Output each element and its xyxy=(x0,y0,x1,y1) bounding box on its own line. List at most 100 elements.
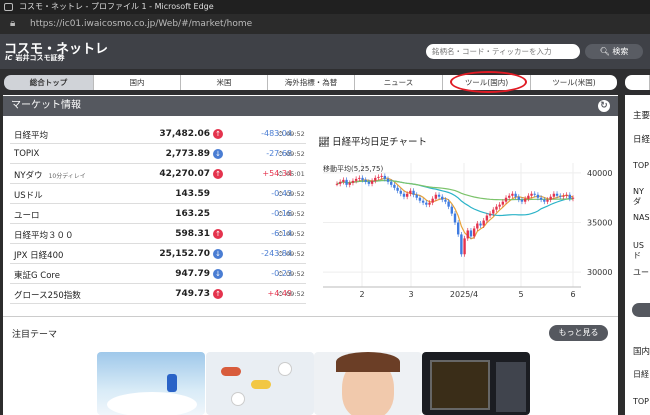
right-label-1: 日経 xyxy=(633,135,650,145)
market-row[interactable]: JPX 日経400 25,152.70 ↓ -243.84 ⏱ 09:52 xyxy=(10,244,306,264)
candle xyxy=(530,193,533,196)
index-value: 42,270.07 xyxy=(159,169,210,179)
candle xyxy=(421,200,425,203)
hair-image xyxy=(336,352,400,372)
candle xyxy=(358,177,361,179)
candle xyxy=(431,198,434,203)
search-input[interactable] xyxy=(426,44,580,59)
chart-legend: 移動平均(5,25,75) xyxy=(323,164,383,173)
index-time: 09:52 xyxy=(286,190,305,198)
equipment-image xyxy=(496,362,526,412)
candle xyxy=(380,175,383,177)
candle xyxy=(441,196,444,200)
right-more-button[interactable] xyxy=(632,303,650,317)
index-name[interactable]: TOPIX xyxy=(14,149,39,159)
index-value: 143.59 xyxy=(175,189,210,199)
candle xyxy=(565,194,568,196)
index-value: 37,482.06 xyxy=(159,129,210,139)
index-time: 09:52 xyxy=(286,290,305,298)
index-name[interactable]: 日経平均 xyxy=(14,131,48,141)
theme-thumb-4[interactable] xyxy=(422,352,530,415)
market-row[interactable]: 日経平均 37,482.06 ↑ -483.04 ⏱ 09:52 xyxy=(10,124,306,144)
market-row[interactable]: TOPIX 2,773.89 ↓ -27.68 ⏱ 09:52 xyxy=(10,144,306,164)
candle xyxy=(463,238,466,255)
theme-thumb-1[interactable] xyxy=(97,352,205,415)
browser-icon xyxy=(4,3,13,11)
arrow-up-icon: ↑ xyxy=(213,129,223,139)
theme-thumb-3[interactable] xyxy=(314,352,422,415)
index-value: 2,773.89 xyxy=(165,149,210,159)
candle xyxy=(361,177,364,180)
tab-partial[interactable] xyxy=(625,75,650,90)
clock-icon: ⏱ xyxy=(278,250,284,258)
candle xyxy=(405,193,409,197)
tab-news[interactable]: ニュース xyxy=(355,75,443,90)
nikkei-chart[interactable]: 40000 35000 30000 2 3 2025/4 5 6 移動平均(5,25,75) xyxy=(315,155,615,300)
chart-icon: 📈︎ xyxy=(318,137,331,148)
index-name[interactable]: グロース250指数 xyxy=(14,291,81,301)
tab-top[interactable]: 総合トップ xyxy=(4,75,94,90)
url-text[interactable]: https://ic01.iwaicosmo.co.jp/Web/#/marke… xyxy=(30,14,252,34)
candle xyxy=(571,197,575,199)
market-info-header: マーケット情報 xyxy=(3,96,618,116)
market-row[interactable]: USドル 143.59 -0.43 ⏱ 09:52 xyxy=(10,184,306,204)
tab-us[interactable]: 米国 xyxy=(181,75,268,90)
candle xyxy=(434,194,438,199)
candle xyxy=(508,195,511,198)
candle xyxy=(396,187,399,191)
index-name-wrap: NYダウ 10分ディレイ xyxy=(14,169,86,181)
search-button[interactable]: 🔍︎ 検索 xyxy=(585,44,643,59)
market-row[interactable]: ユーロ 163.25 -0.16 ⏱ 09:52 xyxy=(10,204,306,224)
theme-thumb-2[interactable] xyxy=(206,352,314,415)
more-button[interactable]: もっと見る xyxy=(549,325,608,341)
tab-domestic[interactable]: 国内 xyxy=(94,75,181,90)
index-name[interactable]: USドル xyxy=(14,191,43,201)
topics-title: 注目テーマ xyxy=(12,330,58,340)
index-name[interactable]: 東証G Core xyxy=(14,271,60,281)
market-row[interactable]: グロース250指数 749.73 ↑ +4.49 ⏱ 09:52 xyxy=(10,284,306,304)
candle xyxy=(374,177,377,181)
index-time: 09:52 xyxy=(286,250,305,258)
candle xyxy=(383,175,387,179)
index-change: -0.23 xyxy=(271,269,292,278)
candle xyxy=(409,190,412,194)
candle xyxy=(527,195,530,199)
market-row[interactable]: 日経平均３００ 598.31 ↑ -6.14 ⏱ 09:52 xyxy=(10,224,306,244)
candle xyxy=(335,183,339,185)
index-name[interactable]: ユーロ xyxy=(14,211,40,221)
index-value: 947.79 xyxy=(175,269,210,279)
candle xyxy=(495,206,498,210)
market-row[interactable]: 東証G Core 947.79 ↓ -0.23 ⏱ 09:52 xyxy=(10,264,306,284)
right-label-6: ユー xyxy=(633,268,649,277)
candle xyxy=(514,193,517,197)
index-name[interactable]: JPX 日経400 xyxy=(14,251,63,261)
right-bottom-2: 日経 xyxy=(633,370,649,379)
tab-tools-us[interactable]: ツール(米国) xyxy=(531,75,617,90)
oscilloscope-image xyxy=(430,360,490,410)
candle xyxy=(485,215,489,221)
arrow-down-icon: ↓ xyxy=(213,149,223,159)
right-label-2: TOP xyxy=(633,161,650,170)
candle xyxy=(504,197,508,202)
candle xyxy=(543,199,546,202)
x-tick-label: 2025/4 xyxy=(450,290,478,299)
candle xyxy=(367,181,371,184)
pill-image xyxy=(231,392,245,406)
tab-overseas-fx[interactable]: 海外指標・為替 xyxy=(268,75,355,90)
index-sub: 10分ディレイ xyxy=(48,173,86,180)
cloud-image xyxy=(107,392,197,415)
brand-sub-logo: iC 岩井コスモ証券 xyxy=(5,54,65,62)
refresh-icon[interactable]: ↻ xyxy=(598,100,610,112)
index-name[interactable]: NYダウ xyxy=(14,171,43,181)
arrow-down-icon: ↓ xyxy=(213,269,223,279)
clock-icon: ⏱ xyxy=(278,150,284,158)
right-label-5: USド xyxy=(633,241,644,260)
address-bar[interactable]: 🔒︎ https://ic01.iwaicosmo.co.jp/Web/#/ma… xyxy=(0,14,650,34)
arrow-down-icon: ↓ xyxy=(213,249,223,259)
candle xyxy=(488,213,492,216)
highlight-ellipse xyxy=(450,71,527,93)
candle xyxy=(568,194,572,199)
market-row[interactable]: NYダウ 10分ディレイ 42,270.07 ↑ +54.34 ⏱ 05:01 xyxy=(10,164,306,184)
candle xyxy=(412,190,415,195)
index-name[interactable]: 日経平均３００ xyxy=(14,231,74,241)
